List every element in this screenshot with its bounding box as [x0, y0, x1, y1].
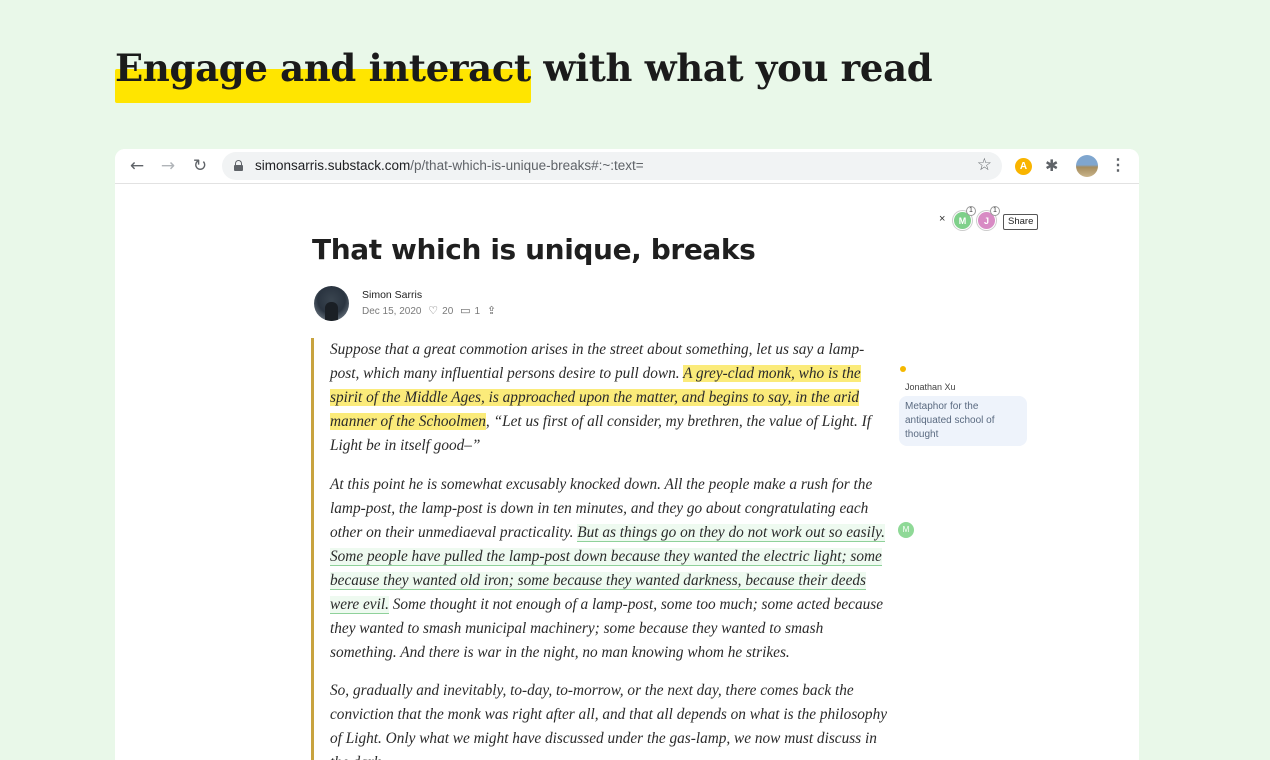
- hero-text: with what you read: [530, 46, 933, 90]
- hero-highlighted-text: Engage and interact: [115, 46, 531, 103]
- avatar-badge: 1: [966, 206, 976, 216]
- author-avatar[interactable]: [314, 286, 349, 321]
- blockquote-bar: [311, 338, 314, 760]
- extension-a-icon[interactable]: A: [1015, 158, 1032, 175]
- paragraph-3: So, gradually and inevitably, to-day, to…: [330, 682, 888, 760]
- post-date: Dec 15, 2020: [362, 306, 422, 317]
- annotation-marker-dot[interactable]: [900, 366, 906, 372]
- annotation-marker-m[interactable]: M: [898, 522, 914, 538]
- browser-toolbar: ← → ↻ simonsarris.substack.com/p/that-wh…: [115, 149, 1139, 184]
- hero-heading: Engage and interact with what you read: [115, 46, 933, 103]
- post-title: That which is unique, breaks: [312, 233, 756, 266]
- menu-kebab-icon[interactable]: ⋮: [1110, 155, 1126, 175]
- extensions-puzzle-icon[interactable]: ✱: [1045, 156, 1058, 175]
- url-path: /p/that-which-is-unique-breaks#:~:text=: [410, 158, 644, 173]
- comment-count: 1: [474, 306, 481, 317]
- profile-avatar[interactable]: [1076, 155, 1098, 177]
- collaborator-avatar-j[interactable]: J1: [977, 206, 1000, 230]
- comment-author: Jonathan Xu: [905, 382, 956, 392]
- like-count: 20: [442, 306, 454, 317]
- close-icon[interactable]: ×: [939, 213, 945, 225]
- article-body: Suppose that a great commotion arises in…: [330, 338, 890, 760]
- share-button[interactable]: Share: [1003, 214, 1039, 230]
- bookmark-star-icon[interactable]: ☆: [977, 155, 992, 175]
- avatar-letter: M: [958, 216, 967, 226]
- collaborator-avatar-m[interactable]: M1: [953, 206, 976, 230]
- post-meta: Dec 15, 2020 ♡ 20 ▭ 1 ⇪: [362, 304, 500, 317]
- browser-window: ← → ↻ simonsarris.substack.com/p/that-wh…: [115, 149, 1139, 760]
- url-domain: simonsarris.substack.com: [255, 158, 411, 173]
- share-icon[interactable]: ⇪: [487, 304, 496, 317]
- address-bar[interactable]: simonsarris.substack.com/p/that-which-is…: [222, 152, 1002, 180]
- heart-icon[interactable]: ♡: [428, 304, 438, 317]
- forward-arrow-icon[interactable]: →: [158, 156, 178, 176]
- reload-icon[interactable]: ↻: [190, 156, 210, 176]
- lock-icon: [234, 160, 243, 171]
- url-text[interactable]: simonsarris.substack.com/p/that-which-is…: [255, 158, 644, 173]
- avatar-badge: 1: [990, 206, 1000, 216]
- avatar-letter: J: [983, 216, 989, 226]
- back-arrow-icon[interactable]: ←: [127, 156, 147, 176]
- paragraph-2: At this point he is somewhat excusably k…: [330, 473, 890, 665]
- paragraph-1: Suppose that a great commotion arises in…: [330, 338, 890, 458]
- author-name[interactable]: Simon Sarris: [362, 289, 422, 301]
- comment-bubble[interactable]: Metaphor for the antiquated school of th…: [899, 396, 1027, 446]
- text-span: Some thought it not enough of a lamp-pos…: [330, 595, 883, 661]
- comment-icon[interactable]: ▭: [460, 304, 470, 317]
